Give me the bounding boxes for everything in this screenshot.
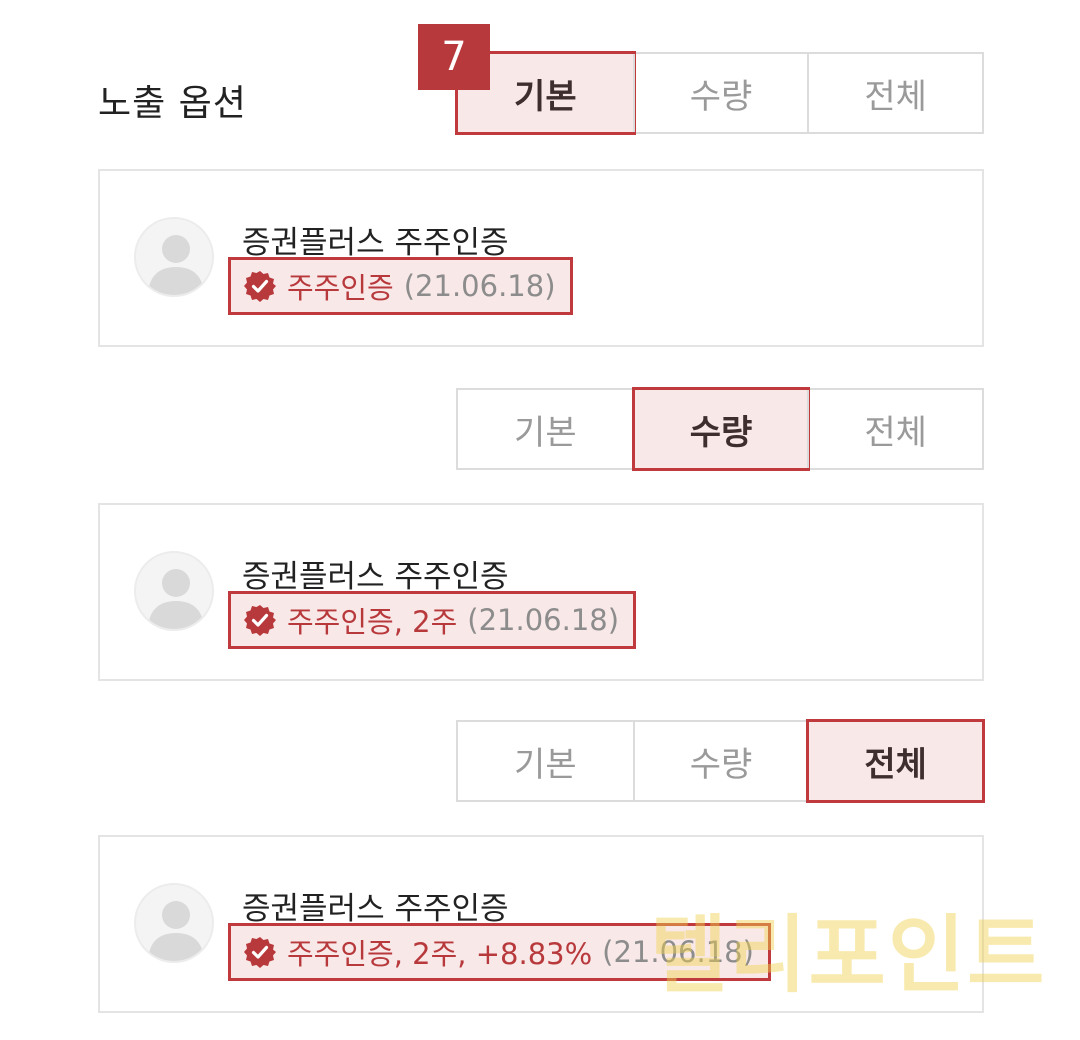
watermark: 텔리포인트	[650, 906, 1047, 1004]
user-name: 증권플러스 주주인증	[242, 559, 509, 595]
check-badge-icon	[243, 269, 277, 303]
option-basic[interactable]: 기본	[458, 722, 633, 800]
display-option-selector: 기본 수량 전체	[456, 719, 985, 803]
certification-text: 주주인증, 2주, +8.83%	[287, 937, 593, 971]
option-all[interactable]: 전체	[806, 719, 985, 803]
preview-card-basic: 증권플러스 주주인증 주주인증 (21.06.18)	[98, 169, 984, 347]
option-quantity[interactable]: 수량	[632, 722, 808, 800]
certification-badge: 주주인증 (21.06.18)	[228, 257, 573, 315]
avatar-icon	[134, 217, 214, 297]
user-name: 증권플러스 주주인증	[242, 225, 509, 261]
certification-badge: 주주인증, 2주 (21.06.18)	[228, 591, 637, 649]
avatar-icon	[134, 883, 214, 963]
option-quantity[interactable]: 수량	[631, 387, 810, 471]
check-badge-icon	[243, 935, 277, 969]
display-option-selector: 기본 수량 전체	[455, 51, 984, 135]
check-badge-icon	[243, 603, 277, 637]
option-basic[interactable]: 기본	[458, 390, 633, 468]
option-all[interactable]: 전체	[807, 390, 982, 468]
step-number-badge: 7	[418, 24, 490, 90]
certification-text: 주주인증, 2주	[287, 605, 458, 639]
user-name: 증권플러스 주주인증	[242, 891, 509, 927]
option-all[interactable]: 전체	[807, 54, 982, 132]
display-option-selector: 기본 수량 전체	[456, 387, 984, 471]
avatar-icon	[134, 551, 214, 631]
certification-text: 주주인증	[287, 271, 394, 305]
section-title: 노출 옵션	[98, 83, 247, 124]
preview-card-quantity: 증권플러스 주주인증 주주인증, 2주 (21.06.18)	[98, 503, 984, 681]
certification-date: (21.06.18)	[403, 269, 556, 303]
certification-date: (21.06.18)	[467, 603, 620, 637]
option-quantity[interactable]: 수량	[632, 54, 808, 132]
